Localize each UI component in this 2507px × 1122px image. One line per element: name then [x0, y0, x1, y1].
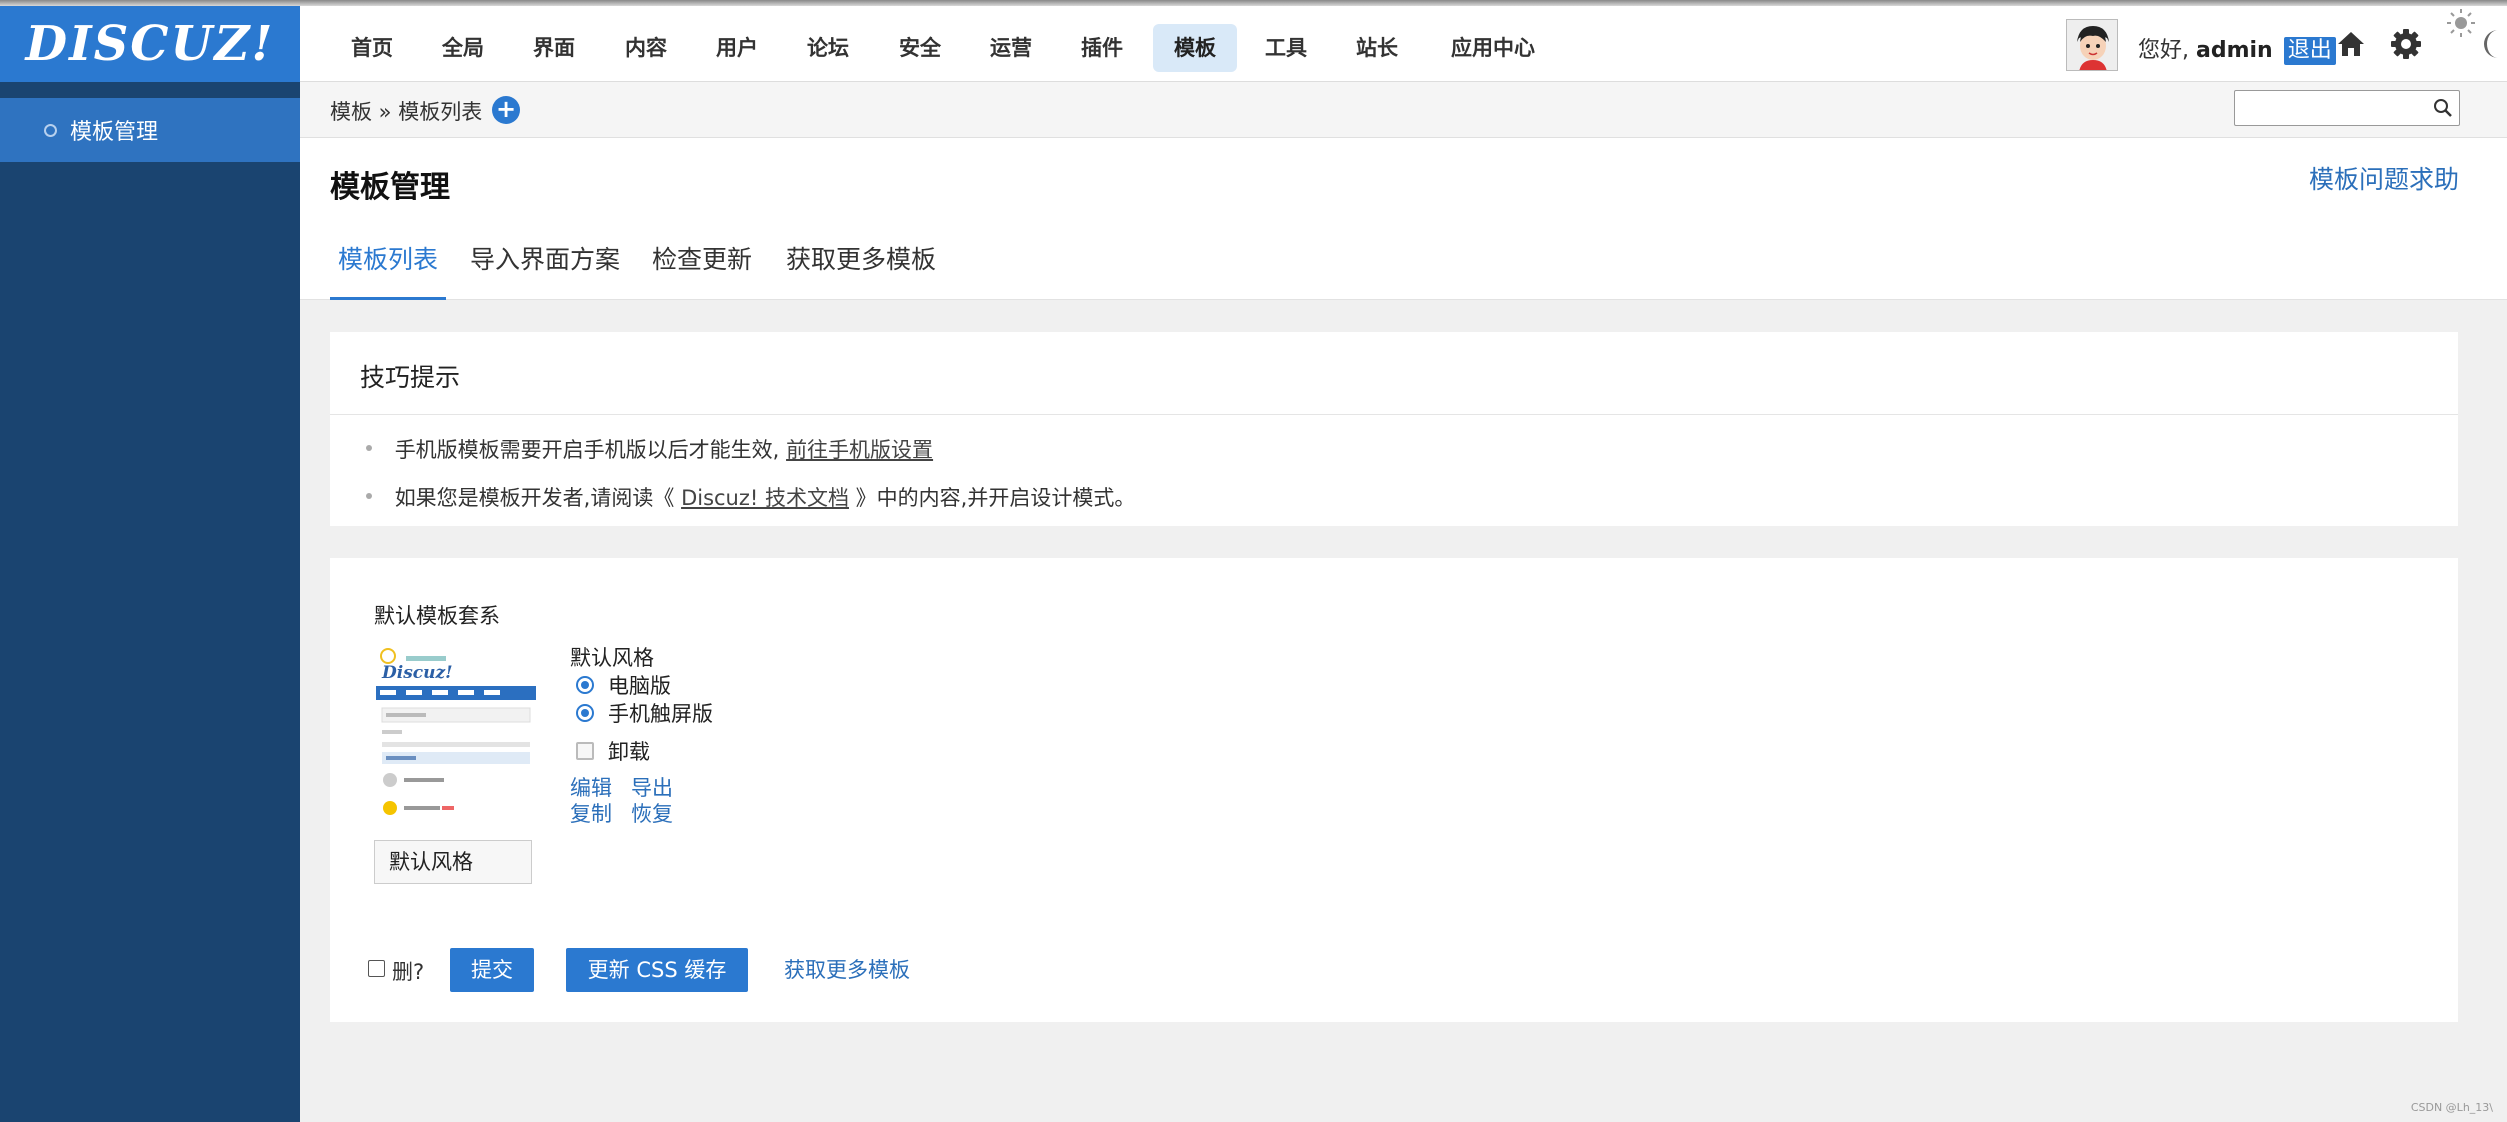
option-mobile-touch[interactable]: 手机触屏版 [576, 698, 713, 728]
search-box [2234, 90, 2460, 126]
checkbox-icon[interactable] [576, 742, 594, 760]
copy-link[interactable]: 复制 [570, 798, 612, 828]
sidebar-item-template-management[interactable]: 模板管理 [0, 98, 300, 162]
template-panel: 默认模板套系 Discuz! 默认风格 电脑版 手机触屏版 卸载 编辑 导出 复… [330, 558, 2458, 1022]
tab-check-updates[interactable]: 检查更新 [644, 240, 760, 300]
sun-icon[interactable] [2446, 8, 2476, 42]
tip-text-suffix: 》中的内容,并开启设计模式。 [855, 486, 1136, 510]
radio-checked-icon[interactable] [576, 704, 594, 722]
page-header: 模板管理 模板问题求助 模板列表 导入界面方案 检查更新 获取更多模板 [300, 138, 2507, 300]
nav-item-global[interactable]: 全局 [433, 24, 493, 72]
page-title: 模板管理 [330, 170, 450, 205]
tip-mobile: 手机版模板需要开启手机版以后才能生效, 前往手机版设置 [366, 434, 933, 464]
nav-item-tools[interactable]: 工具 [1256, 24, 1316, 72]
tab-template-list[interactable]: 模板列表 [330, 240, 447, 300]
tip-text: 手机版模板需要开启手机版以后才能生效, [394, 438, 780, 462]
watermark: CSDN @Lh_13\ [2410, 1101, 2493, 1114]
tech-docs-link[interactable]: Discuz! 技术文档 [681, 486, 849, 510]
logo-text: DISCUZ! [25, 16, 275, 72]
option-label: 电脑版 [608, 674, 671, 698]
nav-item-app-center[interactable]: 应用中心 [1438, 24, 1548, 72]
nav-item-webmaster[interactable]: 站长 [1347, 24, 1407, 72]
option-uninstall[interactable]: 卸载 [576, 736, 650, 766]
submit-button[interactable]: 提交 [450, 948, 534, 992]
circle-bullet-icon [44, 123, 57, 137]
nav-item-users[interactable]: 用户 [707, 24, 767, 72]
nav-item-interface[interactable]: 界面 [524, 24, 584, 72]
avatar[interactable] [2066, 19, 2118, 71]
search-icon[interactable] [2433, 98, 2453, 122]
nav-item-operations[interactable]: 运营 [981, 24, 1041, 72]
bullet-icon [366, 493, 372, 499]
username: admin [2196, 38, 2273, 63]
radio-checked-icon[interactable] [576, 676, 594, 694]
form-actions: 删? 提交 更新 CSS 缓存 获取更多模板 [368, 948, 1368, 992]
logo[interactable]: DISCUZ! [0, 6, 300, 82]
option-desktop[interactable]: 电脑版 [576, 670, 671, 700]
template-preview-image[interactable]: Discuz! [376, 648, 536, 824]
greeting-text: 您好, [2138, 38, 2189, 63]
nav-item-security[interactable]: 安全 [890, 24, 950, 72]
divider [330, 414, 2458, 415]
sidebar-item-label: 模板管理 [70, 120, 159, 145]
logout-button[interactable]: 退出 [2283, 37, 2336, 65]
add-shortcut-button[interactable]: + [492, 96, 520, 124]
gear-icon[interactable] [2390, 28, 2422, 64]
tip-developer: 如果您是模板开发者,请阅读《 Discuz! 技术文档 》中的内容,并开启设计模… [366, 482, 1135, 512]
tips-panel: 技巧提示 手机版模板需要开启手机版以后才能生效, 前往手机版设置 如果您是模板开… [330, 332, 2458, 526]
nav-item-forum[interactable]: 论坛 [798, 24, 858, 72]
template-help-link[interactable]: 模板问题求助 [2309, 160, 2459, 196]
tab-import-scheme[interactable]: 导入界面方案 [462, 240, 628, 300]
tips-title: 技巧提示 [360, 363, 461, 392]
update-css-cache-button[interactable]: 更新 CSS 缓存 [566, 948, 748, 992]
nav-item-content[interactable]: 内容 [616, 24, 676, 72]
get-more-templates-link[interactable]: 获取更多模板 [784, 954, 910, 984]
mobile-settings-link[interactable]: 前往手机版设置 [786, 438, 933, 462]
user-greeting: 您好, admin 退出 [2138, 32, 2336, 65]
nav-item-home[interactable]: 首页 [342, 24, 402, 72]
nav-item-templates[interactable]: 模板 [1153, 24, 1237, 72]
option-label: 卸载 [608, 740, 650, 764]
search-input[interactable] [2241, 91, 2427, 123]
svg-text:Discuz!: Discuz! [381, 663, 453, 683]
moon-icon[interactable] [2478, 28, 2504, 64]
restore-link[interactable]: 恢复 [631, 798, 673, 828]
top-navigation: 首页 全局 界面 内容 用户 论坛 安全 运营 插件 模板 工具 站长 应用中心… [300, 6, 2507, 82]
tab-get-more-templates[interactable]: 获取更多模板 [778, 240, 944, 300]
option-label: 手机触屏版 [608, 702, 713, 726]
breadcrumb: 模板 » 模板列表 [330, 100, 483, 124]
style-name-input[interactable]: 默认风格 [374, 840, 532, 884]
style-label: 默认风格 [570, 646, 654, 670]
tip-text-prefix: 如果您是模板开发者,请阅读《 [394, 486, 675, 510]
home-icon[interactable] [2336, 30, 2366, 62]
breadcrumb-bar: 模板 » 模板列表 + [300, 82, 2507, 138]
delete-checkbox[interactable] [368, 960, 385, 977]
template-set-title: 默认模板套系 [374, 604, 500, 628]
bullet-icon [366, 445, 372, 451]
sidebar: DISCUZ! 模板管理 [0, 6, 300, 1122]
nav-item-plugins[interactable]: 插件 [1072, 24, 1132, 72]
delete-label: 删? [392, 960, 425, 984]
